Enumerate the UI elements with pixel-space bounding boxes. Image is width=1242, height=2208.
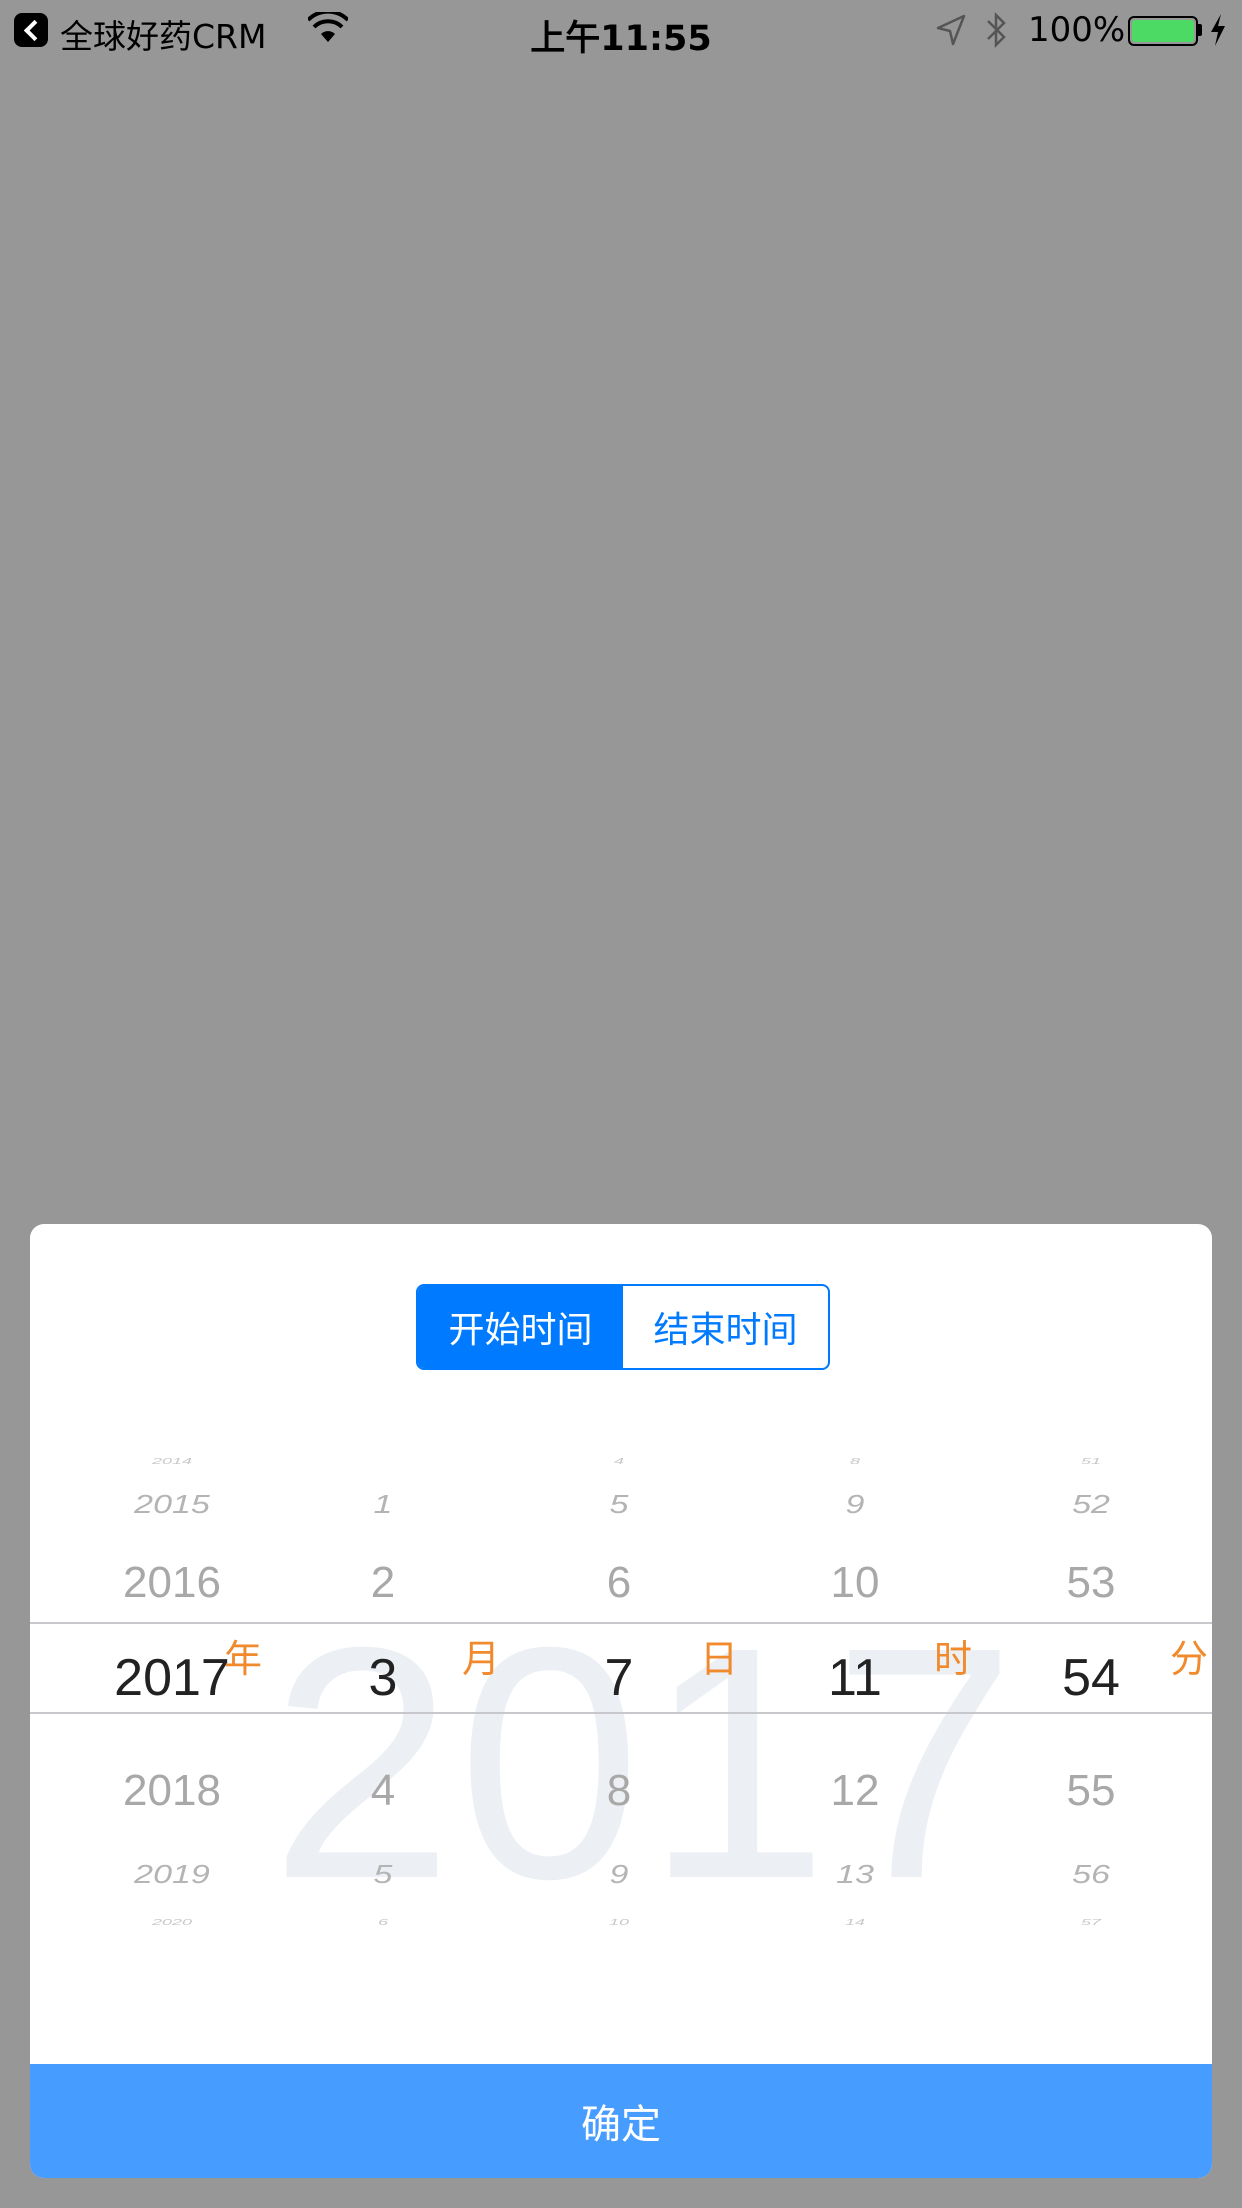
day-option[interactable]: 5 [554,1491,684,1520]
hour-option[interactable]: 9 [790,1491,920,1520]
picker-wheel[interactable]: 2017 2014 2015 2016 2017 2018 2019 2020 年 1 2 3 4 5 6… [30,1448,1212,2008]
hour-option[interactable]: 13 [790,1861,920,1890]
minute-option[interactable]: 52 [1026,1491,1156,1520]
day-unit-label: 日 [700,1637,739,1681]
minute-option[interactable]: 55 [1026,1766,1156,1816]
year-option[interactable]: 2019 [82,1861,262,1890]
year-option[interactable]: 2016 [82,1558,262,1608]
month-unit-label: 月 [462,1637,501,1681]
year-column[interactable]: 2014 2015 2016 2017 2018 2019 2020 [82,1448,262,2008]
minute-unit-label: 分 [1170,1637,1209,1681]
battery-icon [1128,16,1198,46]
battery-percent: 100% [1028,10,1126,50]
month-option[interactable]: 4 [318,1766,448,1816]
month-option[interactable]: 6 [318,1918,448,1927]
day-option[interactable]: 6 [554,1558,684,1608]
minute-selected-value[interactable]: 54 [1026,1648,1156,1708]
minute-option[interactable]: 51 [1026,1457,1156,1466]
hour-option[interactable]: 12 [790,1766,920,1816]
minute-option[interactable]: 53 [1026,1558,1156,1608]
month-column[interactable]: 1 2 3 4 5 6 [318,1448,448,2008]
hour-option[interactable]: 10 [790,1558,920,1608]
month-option[interactable]: 5 [318,1861,448,1890]
bluetooth-icon [987,11,1006,49]
tab-end-time[interactable]: 结束时间 [623,1286,828,1368]
status-bar: 全球好药CRM 上午11:55 100% [0,0,1242,60]
day-option[interactable]: 8 [554,1766,684,1816]
day-option[interactable]: 10 [554,1918,684,1927]
battery-level [1132,20,1194,42]
hour-column[interactable]: 8 9 10 11 12 13 14 [790,1448,920,2008]
month-option[interactable]: 1 [318,1491,448,1520]
month-option[interactable] [318,1457,448,1464]
day-column[interactable]: 4 5 6 7 8 9 10 [554,1448,684,2008]
day-selected-value[interactable]: 7 [554,1648,684,1708]
battery-tip [1198,24,1202,36]
charging-bolt-icon [1211,14,1225,46]
hour-unit-label: 时 [934,1637,973,1681]
day-option[interactable]: 9 [554,1861,684,1890]
month-option[interactable]: 2 [318,1558,448,1608]
confirm-button[interactable]: 确定 [30,2064,1212,2178]
date-time-picker-sheet: 开始时间 结束时间 2017 2014 2015 2016 2017 2018 2019 2… [30,1224,1212,2178]
minute-option[interactable]: 56 [1026,1861,1156,1890]
hour-option[interactable]: 14 [790,1918,920,1927]
day-option[interactable]: 4 [554,1457,684,1466]
minute-column[interactable]: 51 52 53 54 55 56 57 [1026,1448,1156,2008]
hour-selected-value[interactable]: 11 [790,1648,920,1708]
tab-start-time[interactable]: 开始时间 [418,1286,623,1368]
year-option[interactable]: 2014 [82,1457,262,1466]
year-unit-label: 年 [224,1637,263,1681]
month-selected-value[interactable]: 3 [318,1648,448,1708]
year-option[interactable]: 2018 [82,1766,262,1816]
location-arrow-icon [936,14,966,46]
year-option[interactable]: 2015 [82,1491,262,1520]
minute-option[interactable]: 57 [1026,1918,1156,1927]
time-range-segmented-control: 开始时间 结束时间 [416,1284,830,1370]
hour-option[interactable]: 8 [790,1457,920,1466]
year-option[interactable]: 2020 [82,1918,262,1927]
